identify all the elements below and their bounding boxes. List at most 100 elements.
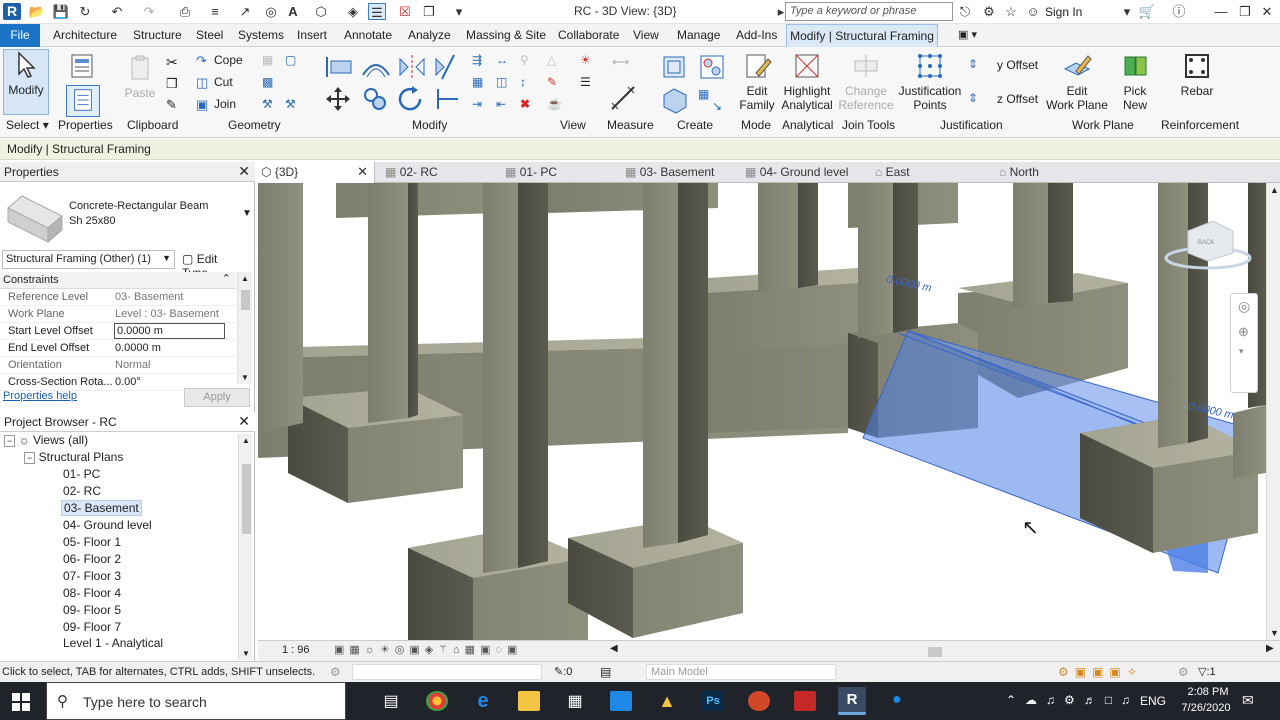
panel-label-select[interactable]: Select ▾ <box>6 118 49 132</box>
help-icon[interactable]: ⓘ <box>1170 3 1188 20</box>
prop-row-end-level-offset[interactable]: End Level Offset 0.0000 m <box>0 340 236 357</box>
rotate-icon[interactable] <box>396 85 426 113</box>
edit-work-plane-button[interactable]: Edit Work Plane <box>1046 51 1108 115</box>
tab-collaborate[interactable]: Collaborate <box>558 28 619 42</box>
browser-scrollbar[interactable]: ▲ ▼ <box>238 434 252 660</box>
tree-item-view[interactable]: 09- Floor 5 <box>63 603 121 617</box>
binoculars-icon[interactable]: ⎋ <box>956 3 974 20</box>
split-element-icon[interactable]: ⇶ <box>472 53 488 69</box>
cut-geometry-icon[interactable]: ◫ <box>196 75 212 91</box>
join-button[interactable]: Join <box>214 97 236 111</box>
demolish-icon[interactable]: ⚒ <box>262 97 278 113</box>
clock-time[interactable]: 2:08 PM <box>1180 686 1236 698</box>
close-icon[interactable]: ✕ <box>1258 3 1276 20</box>
view-icon[interactable]: △ <box>547 53 563 69</box>
worksets-icon[interactable]: ⚙ <box>330 665 341 679</box>
search-input[interactable]: Type a keyword or phrase <box>785 2 953 21</box>
undo-icon[interactable]: ↶ <box>108 3 126 20</box>
view-tab-01-pc[interactable]: ▦ 01- PC <box>499 162 563 183</box>
override-graphics-icon[interactable]: ✎ <box>547 75 563 91</box>
tree-item-structural-plans[interactable]: − Structural Plans <box>24 450 123 464</box>
mail-icon[interactable] <box>610 691 632 711</box>
split-gap-icon[interactable]: ↔ <box>496 53 512 69</box>
start-level-offset-input[interactable]: 0.0000 m <box>114 323 225 339</box>
background-processes-icon[interactable]: ⚙ <box>1178 665 1189 679</box>
print-icon[interactable]: ⎙ <box>176 3 194 20</box>
tab-add-ins[interactable]: Add-Ins <box>736 28 777 42</box>
measure-icon[interactable]: ≡ <box>206 3 224 20</box>
rebar-button[interactable]: Rebar <box>1176 51 1218 115</box>
tab-manage[interactable]: Manage <box>677 28 720 42</box>
y-offset-button[interactable]: y Offset <box>997 58 1038 72</box>
viewport-vertical-scrollbar[interactable]: ▲ ▼ <box>1266 183 1280 640</box>
acrobat-icon[interactable] <box>794 691 816 711</box>
close-icon[interactable]: ✕ <box>357 164 368 180</box>
tag-icon[interactable]: ◎ <box>262 3 280 20</box>
paint-icon[interactable]: ▩ <box>262 75 278 91</box>
temporary-hide-icon[interactable]: ☕ <box>547 97 563 113</box>
minimize-icon[interactable]: — <box>1212 3 1230 20</box>
dimension-icon[interactable]: ↗ <box>236 3 254 20</box>
view-tab-03-basement[interactable]: ▦ 03- Basement <box>619 162 720 183</box>
pin-icon[interactable]: ⚲ <box>520 53 536 69</box>
cut-scissors-icon[interactable]: ✂ <box>166 54 182 70</box>
taskbar-search-box[interactable]: ⚲ Type here to search <box>46 682 346 720</box>
app-icon[interactable]: ● <box>886 691 908 711</box>
copy-element-icon[interactable] <box>360 85 390 113</box>
language-indicator[interactable]: ENG <box>1140 694 1166 708</box>
move-icon[interactable] <box>323 85 353 113</box>
join-geometry-icon[interactable]: ▣ <box>196 97 212 113</box>
offset-icon[interactable] <box>360 53 392 81</box>
match-type-icon[interactable]: ✎ <box>166 97 182 113</box>
close-icon[interactable]: ✕ <box>238 163 250 180</box>
measure-between-icon[interactable]: ⟷ <box>612 55 629 71</box>
selection-filter[interactable]: ▽:1 <box>1198 665 1216 678</box>
system-tray-icons[interactable]: ⌃☁♫⚙♬□♫ <box>1006 693 1139 707</box>
customize-qat-icon[interactable]: ▾ <box>450 3 468 20</box>
open-icon[interactable]: 📂 <box>28 3 46 20</box>
editing-requests-indicator[interactable]: ✎:0 <box>554 665 572 678</box>
prop-row-orientation[interactable]: Orientation Normal <box>0 357 236 374</box>
edit-family-button[interactable]: Edit Family <box>734 51 780 115</box>
prop-row-work-plane[interactable]: Work Plane Level : 03- Basement <box>0 306 236 323</box>
create-group-arrow-icon[interactable]: ↘ <box>712 99 728 115</box>
mirror-pick-axis-icon[interactable] <box>396 53 428 81</box>
tree-item-view[interactable]: 07- Floor 3 <box>63 569 121 583</box>
align-icon[interactable] <box>323 53 355 81</box>
switch-windows-icon[interactable]: ❐ <box>420 3 438 20</box>
maximize-icon[interactable]: ❐ <box>1236 3 1254 20</box>
measure-icon[interactable] <box>608 83 638 113</box>
tab-annotate[interactable]: Annotate <box>344 28 392 42</box>
edge-icon[interactable]: e <box>472 691 494 711</box>
revit-taskbar-icon[interactable]: R <box>838 687 866 715</box>
linework-icon[interactable]: ☰ <box>580 75 596 91</box>
tree-item-view[interactable]: 06- Floor 2 <box>63 552 121 566</box>
z-offset-icon[interactable]: ⇕ <box>968 91 984 107</box>
constraints-section[interactable]: Constraints ⌃ <box>0 272 236 289</box>
create-similar-icon[interactable] <box>660 85 690 115</box>
close-icon[interactable]: ✕ <box>238 413 250 430</box>
instance-filter-select[interactable]: Structural Framing (Other) (1) ▼ <box>2 250 175 269</box>
view-scale[interactable]: 1 : 96 <box>282 644 310 656</box>
scroll-left-icon[interactable]: ◀ <box>610 643 618 654</box>
highlight-analytical-button[interactable]: Highlight Analytical <box>780 51 834 115</box>
y-offset-icon[interactable]: ⇕ <box>968 57 984 73</box>
properties-scrollbar[interactable]: ▲ ▼ <box>237 272 252 384</box>
tab-steel[interactable]: Steel <box>196 28 223 42</box>
prop-row-reference-level[interactable]: Reference Level 03- Basement <box>0 289 236 306</box>
close-hidden-icon[interactable]: ☒ <box>396 3 414 20</box>
design-option-select[interactable]: Main Model <box>646 664 836 680</box>
chevron-down-icon[interactable]: ▾ <box>1118 3 1136 20</box>
trim-single-icon[interactable]: ⇥ <box>472 97 488 113</box>
apply-button[interactable]: Apply <box>184 388 250 407</box>
tab-systems[interactable]: Systems <box>238 28 284 42</box>
tab-analyze[interactable]: Analyze <box>408 28 451 42</box>
split-face-icon[interactable]: ▢ <box>285 53 301 69</box>
tree-item-view[interactable]: Level 1 - Analytical <box>63 636 163 650</box>
view-tab-04-ground-level[interactable]: ▦ 04- Ground level <box>739 162 854 183</box>
edit-type-button[interactable]: ▢ Edit Type <box>180 250 248 280</box>
trim-extend-icon[interactable] <box>432 85 462 113</box>
3d-model-canvas[interactable] <box>258 183 1266 640</box>
tree-item-view[interactable]: 08- Floor 4 <box>63 586 121 600</box>
tree-item-view[interactable]: 02- RC <box>63 484 101 498</box>
